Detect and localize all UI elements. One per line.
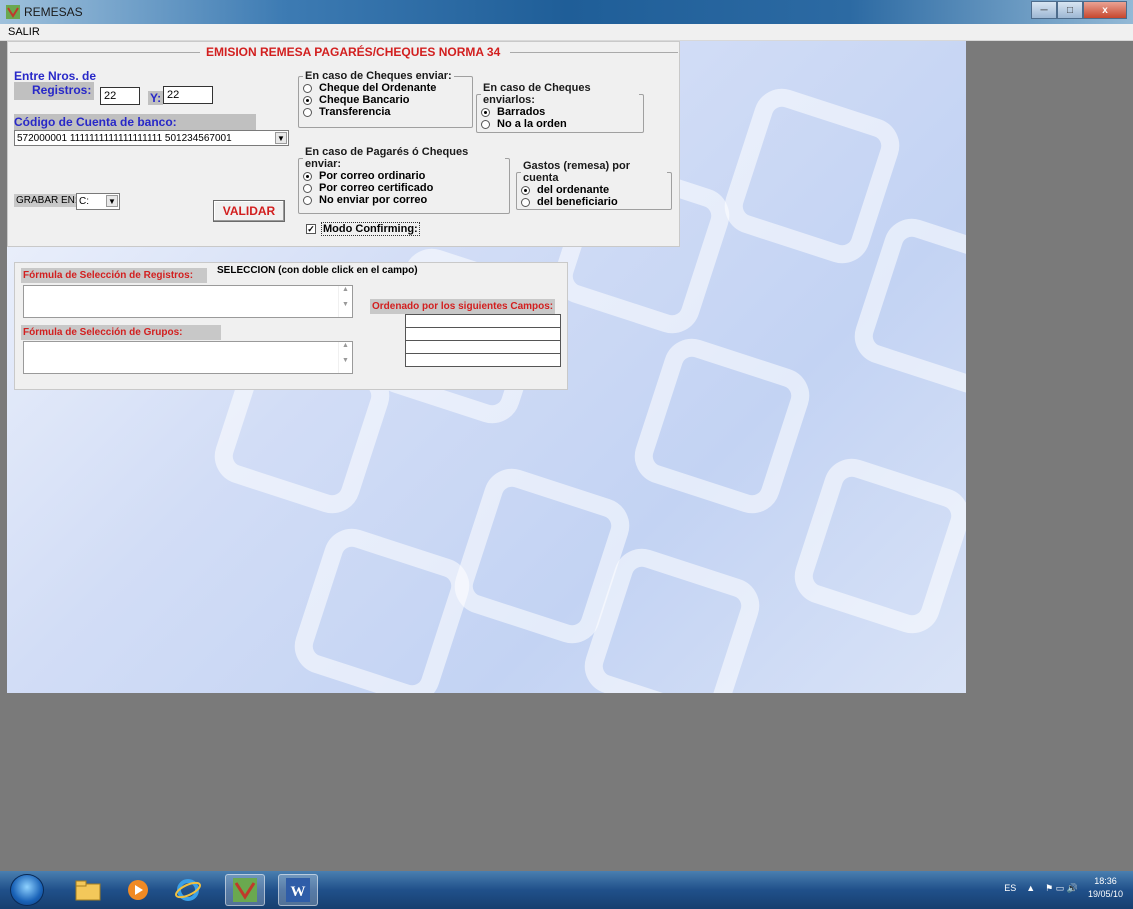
menu-bar: SALIR [0,24,1133,41]
radio-correo-certificado[interactable]: Por correo certificado [303,182,505,194]
seleccion-title: SELECCION (con doble click en el campo) [217,265,418,276]
orden-campo-2[interactable] [405,327,561,341]
cheques-enviar-legend: En caso de Cheques enviar: [305,70,452,82]
form-title: EMISION REMESA PAGARÉS/CHEQUES NORMA 34 [204,45,503,59]
memo-scrollbar[interactable]: ▲ ▼ [338,286,352,317]
tray-expand-icon[interactable]: ▲ [1026,883,1035,893]
chevron-down-icon[interactable]: ▼ [275,132,287,144]
language-indicator[interactable]: ES [1004,883,1016,893]
memo-scrollbar[interactable]: ▲ ▼ [338,342,352,373]
start-button[interactable] [10,874,44,906]
pagares-enviar-legend: En caso de Pagarés ó Cheques enviar: [305,146,469,170]
validar-button[interactable]: VALIDAR [213,200,285,222]
orden-campo-4[interactable] [405,353,561,367]
radio-cheque-bancario[interactable]: Cheque Bancario [303,94,468,106]
radio-del-beneficiario[interactable]: del beneficiario [521,196,667,208]
taskbar: W ES ▲ ⚑ ▭ 🔊 18:36 19/05/10 [0,871,1133,909]
close-button[interactable]: x [1083,1,1127,19]
checkbox-mark[interactable]: ✓ [306,224,316,234]
gastos-legend: Gastos (remesa) por cuenta [523,160,630,184]
cheques-enviar-group: En caso de Cheques enviar: Cheque del Or… [298,70,473,128]
word-icon[interactable]: W [278,874,318,906]
minimize-button[interactable]: ─ [1031,1,1057,19]
radio-barrados[interactable]: Barrados [481,106,639,118]
menu-salir[interactable]: SALIR [8,26,40,38]
formula-registros-label: Fórmula de Selección de Registros: [21,268,207,283]
registros-label: Registros: [32,83,92,97]
grabar-drive-select[interactable]: C: ▼ [76,193,120,210]
remesas-app-taskbar-icon[interactable] [225,874,265,906]
window-titlebar: REMESAS ─ □ x [0,0,1133,24]
media-player-icon[interactable] [118,874,158,906]
radio-correo-ordinario[interactable]: Por correo ordinario [303,170,505,182]
cheques-enviarlos-group: En caso de Cheques enviarlos: Barrados N… [476,82,644,133]
modo-confirming-label: Modo Confirming: [321,222,420,236]
formula-grupos-label: Fórmula de Selección de Grupos: [21,325,221,340]
tray-icons[interactable]: ⚑ ▭ 🔊 [1045,883,1078,894]
radio-transferencia[interactable]: Transferencia [303,106,468,118]
formula-grupos-textarea[interactable]: ▲ ▼ [23,341,353,374]
svg-text:W: W [291,884,306,900]
orden-campo-1[interactable] [405,314,561,328]
explorer-folder-icon[interactable] [68,874,108,906]
pagares-enviar-group: En caso de Pagarés ó Cheques enviar: Por… [298,146,510,214]
radio-cheque-ordenante[interactable]: Cheque del Ordenante [303,82,468,94]
emision-remesa-panel: EMISION REMESA PAGARÉS/CHEQUES NORMA 34 … [7,41,680,247]
chevron-down-icon[interactable]: ▼ [106,195,118,207]
formula-registros-textarea[interactable]: ▲ ▼ [23,285,353,318]
maximize-button[interactable]: □ [1057,1,1083,19]
app-icon [6,5,20,19]
registro-hasta-input[interactable] [163,86,213,104]
y-label: Y: [148,91,164,105]
registro-desde-input[interactable] [100,87,140,105]
radio-no-a-la-orden[interactable]: No a la orden [481,118,639,130]
entre-label: Entre Nros. de [14,69,97,83]
radio-del-ordenante[interactable]: del ordenante [521,184,667,196]
client-area: EMISION REMESA PAGARÉS/CHEQUES NORMA 34 … [7,41,1133,871]
orden-campo-3[interactable] [405,340,561,354]
clock[interactable]: 18:36 19/05/10 [1088,875,1123,901]
modo-confirming-checkbox[interactable]: ✓ Modo Confirming: [306,222,420,236]
system-tray: ES ▲ ⚑ ▭ 🔊 18:36 19/05/10 [1004,875,1123,901]
radio-no-enviar[interactable]: No enviar por correo [303,194,505,206]
gastos-group: Gastos (remesa) por cuenta del ordenante… [516,160,672,210]
cheques-enviarlos-legend: En caso de Cheques enviarlos: [483,82,591,106]
cuenta-banco-select[interactable]: 572000001 1111111111111111111 5012345670… [14,130,289,146]
window-title: REMESAS [24,5,83,19]
cuenta-label: Código de Cuenta de banco: [14,115,177,129]
grabar-label: GRABAR EN: [14,194,80,207]
seleccion-panel: SELECCION (con doble click en el campo) … [14,262,568,390]
internet-explorer-icon[interactable] [168,874,208,906]
ordenado-label: Ordenado por los siguientes Campos: [370,299,556,314]
